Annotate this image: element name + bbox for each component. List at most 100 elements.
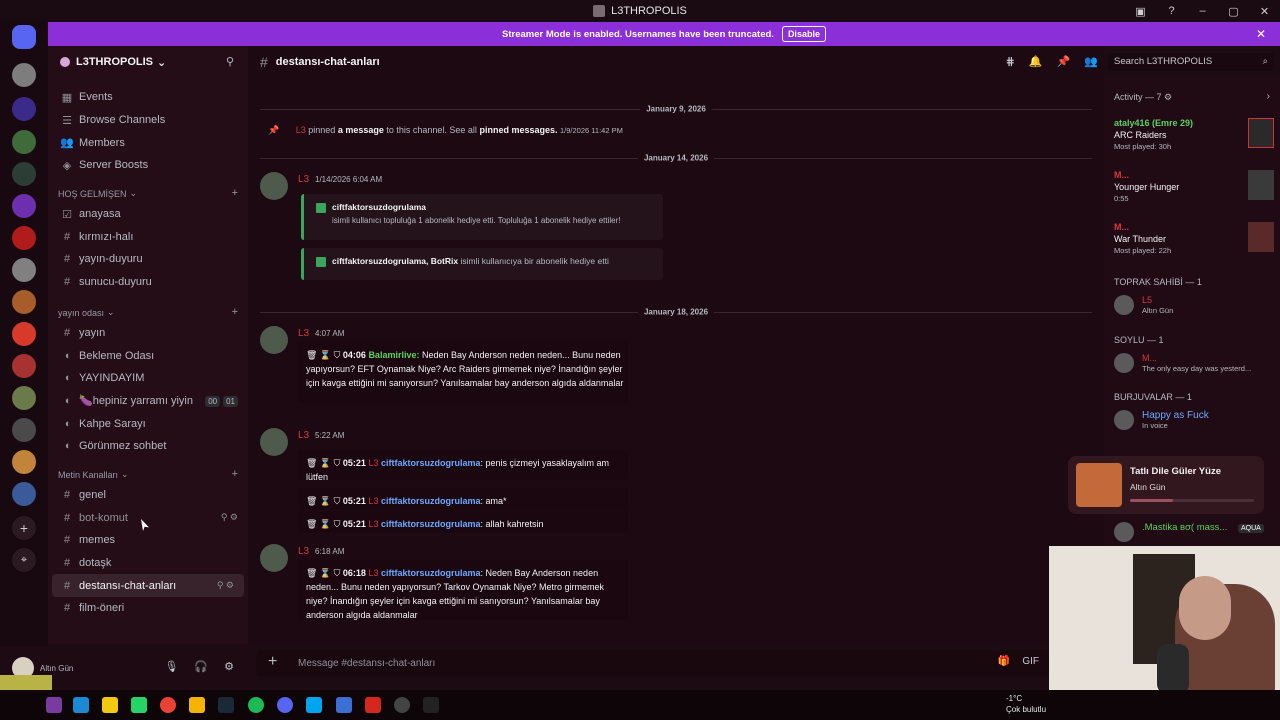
help-icon[interactable]: ?: [1156, 0, 1187, 22]
server-icon[interactable]: [12, 162, 36, 186]
gear-icon[interactable]: ⚙: [224, 660, 234, 673]
discord-home-icon[interactable]: [12, 25, 36, 49]
threads-icon[interactable]: ⋕: [1006, 55, 1015, 68]
activity-item[interactable]: M... Younger Hunger 0:55: [1114, 170, 1274, 203]
store-icon[interactable]: [306, 697, 322, 713]
message-input[interactable]: + Message #destansı-chat-anları 🎁 GIF ☐: [256, 650, 1096, 676]
server-icon[interactable]: [12, 258, 36, 282]
obs-icon[interactable]: [394, 697, 410, 713]
server-icon[interactable]: [12, 194, 36, 218]
edge-icon[interactable]: [73, 697, 89, 713]
server-icon[interactable]: [12, 482, 36, 506]
app-icon[interactable]: [46, 697, 62, 713]
activity-item[interactable]: ataly416 (Emre 29) ARC Raiders Most play…: [1114, 118, 1274, 151]
minimize-button[interactable]: –: [1187, 0, 1218, 22]
channel-settings-icon[interactable]: ⚲ ⚙: [221, 512, 238, 523]
search-input[interactable]: Search L3THROPOLIS ⌕: [1108, 53, 1274, 71]
chrome-icon[interactable]: [160, 697, 176, 713]
weather-widget[interactable]: -1°C Çok bulutlu: [1006, 693, 1046, 715]
gif-icon[interactable]: GIF: [1022, 656, 1039, 667]
sidebar-item-events[interactable]: ▦ Events: [48, 86, 248, 109]
server-icon[interactable]: [12, 63, 36, 87]
server-icon[interactable]: [12, 290, 36, 314]
close-window-button[interactable]: ✕: [1249, 0, 1280, 22]
message-author[interactable]: L3: [298, 430, 309, 441]
server-header[interactable]: L3THROPOLIS ⌄ ⚲: [48, 46, 248, 78]
message-author[interactable]: L3: [298, 546, 309, 557]
maximize-button[interactable]: ▢: [1218, 0, 1249, 22]
gift-icon[interactable]: 🎁: [998, 656, 1010, 667]
add-channel-icon[interactable]: +: [232, 468, 238, 480]
pin-icon[interactable]: 📌: [1057, 55, 1071, 68]
server-icon[interactable]: [12, 386, 36, 410]
channel-item[interactable]: # film-öneri: [48, 597, 248, 620]
notes-icon[interactable]: [102, 697, 118, 713]
sidebar-item-members[interactable]: 👥 Members: [48, 131, 248, 154]
member-item[interactable]: .Mastika ʙσ( mass... AQUA: [1114, 520, 1274, 544]
headphones-icon[interactable]: 🎧: [194, 660, 208, 673]
inbox-icon[interactable]: ▣: [1125, 0, 1156, 22]
voice-channel-item[interactable]: ◖ 🍆hepiniz yarramı yiyin 00 01: [48, 390, 248, 413]
channel-item[interactable]: # dotaşk: [48, 552, 248, 575]
voice-channel-item[interactable]: ◖ Kahpe Sarayı: [48, 412, 248, 435]
message-author[interactable]: L3: [298, 174, 309, 185]
channel-item[interactable]: # sunucu-duyuru: [48, 271, 248, 294]
add-channel-icon[interactable]: +: [232, 187, 238, 199]
close-icon[interactable]: ✕: [1256, 27, 1266, 41]
channel-item[interactable]: # yayın: [48, 322, 248, 345]
avatar[interactable]: [260, 544, 288, 572]
chevron-right-icon[interactable]: ›: [1267, 91, 1270, 102]
link[interactable]: pinned messages.: [479, 125, 557, 135]
server-icon[interactable]: [12, 450, 36, 474]
activity-title[interactable]: Activity — 7 ⚙: [1114, 92, 1172, 103]
category-header[interactable]: yayın odası ⌄ +: [48, 294, 248, 322]
channel-settings-icon[interactable]: ⚲ ⚙: [217, 580, 234, 591]
member-item[interactable]: Happy as Fuck In voice: [1114, 408, 1274, 432]
member-list-icon[interactable]: 👥: [1084, 55, 1098, 68]
now-playing-card[interactable]: Tatlı Dile Güler Yüze Altın Gün: [1068, 456, 1264, 514]
channel-item[interactable]: ☑ anayasa: [48, 203, 248, 226]
sidebar-item-browse-channels[interactable]: ☰ Browse Channels: [48, 109, 248, 132]
voice-channel-item[interactable]: ◖ YAYINDAYIM: [48, 367, 248, 390]
gear-icon[interactable]: ⚙: [1164, 92, 1172, 102]
category-header[interactable]: Metin Kanalları ⌄ +: [48, 458, 248, 484]
member-item[interactable]: M... The only easy day was yesterd...: [1114, 351, 1274, 375]
bell-icon[interactable]: 🔔: [1029, 55, 1043, 68]
avatar[interactable]: [260, 326, 288, 354]
message-author[interactable]: L3: [298, 328, 309, 339]
channel-item[interactable]: # yayın-duyuru: [48, 248, 248, 271]
add-channel-icon[interactable]: +: [232, 306, 238, 318]
microphone-icon[interactable]: 🎙: [164, 660, 178, 673]
link[interactable]: a message: [338, 125, 384, 135]
server-icon[interactable]: [12, 322, 36, 346]
channel-item[interactable]: # bot-komut ⚲ ⚙: [48, 506, 248, 529]
add-server-icon[interactable]: +: [12, 516, 36, 540]
member-item[interactable]: L5 Altın Gün: [1114, 293, 1274, 317]
category-header[interactable]: HOŞ GELMİŞEN ⌄ +: [48, 177, 248, 203]
discover-icon[interactable]: ⌖: [12, 548, 36, 572]
channel-item[interactable]: # kırmızı-halı: [48, 225, 248, 248]
server-icon[interactable]: [12, 226, 36, 250]
avatar[interactable]: [260, 172, 288, 200]
avatar[interactable]: [260, 428, 288, 456]
folder-icon[interactable]: [189, 697, 205, 713]
spotify-icon[interactable]: [248, 697, 264, 713]
app-icon[interactable]: [336, 697, 352, 713]
pdf-icon[interactable]: [365, 697, 381, 713]
server-icon[interactable]: [12, 130, 36, 154]
activity-item[interactable]: M... War Thunder Most played: 22h: [1114, 222, 1274, 255]
whatsapp-icon[interactable]: [131, 697, 147, 713]
server-icon[interactable]: [12, 418, 36, 442]
channel-item[interactable]: # genel: [48, 484, 248, 507]
invite-icon[interactable]: ⚲: [226, 55, 234, 68]
sidebar-item-server-boosts[interactable]: ◈ Server Boosts: [48, 154, 248, 177]
discord-icon[interactable]: [277, 697, 293, 713]
disable-streamer-mode-button[interactable]: Disable: [781, 26, 826, 42]
server-icon[interactable]: [12, 97, 36, 121]
channel-item[interactable]: # memes: [48, 529, 248, 552]
server-icon[interactable]: [12, 354, 36, 378]
steam-icon[interactable]: [218, 697, 234, 713]
terminal-icon[interactable]: [423, 697, 439, 713]
channel-item-active[interactable]: # destansı-chat-anları ⚲ ⚙: [52, 574, 244, 598]
voice-channel-item[interactable]: ◖ Görünmez sohbet: [48, 435, 248, 458]
